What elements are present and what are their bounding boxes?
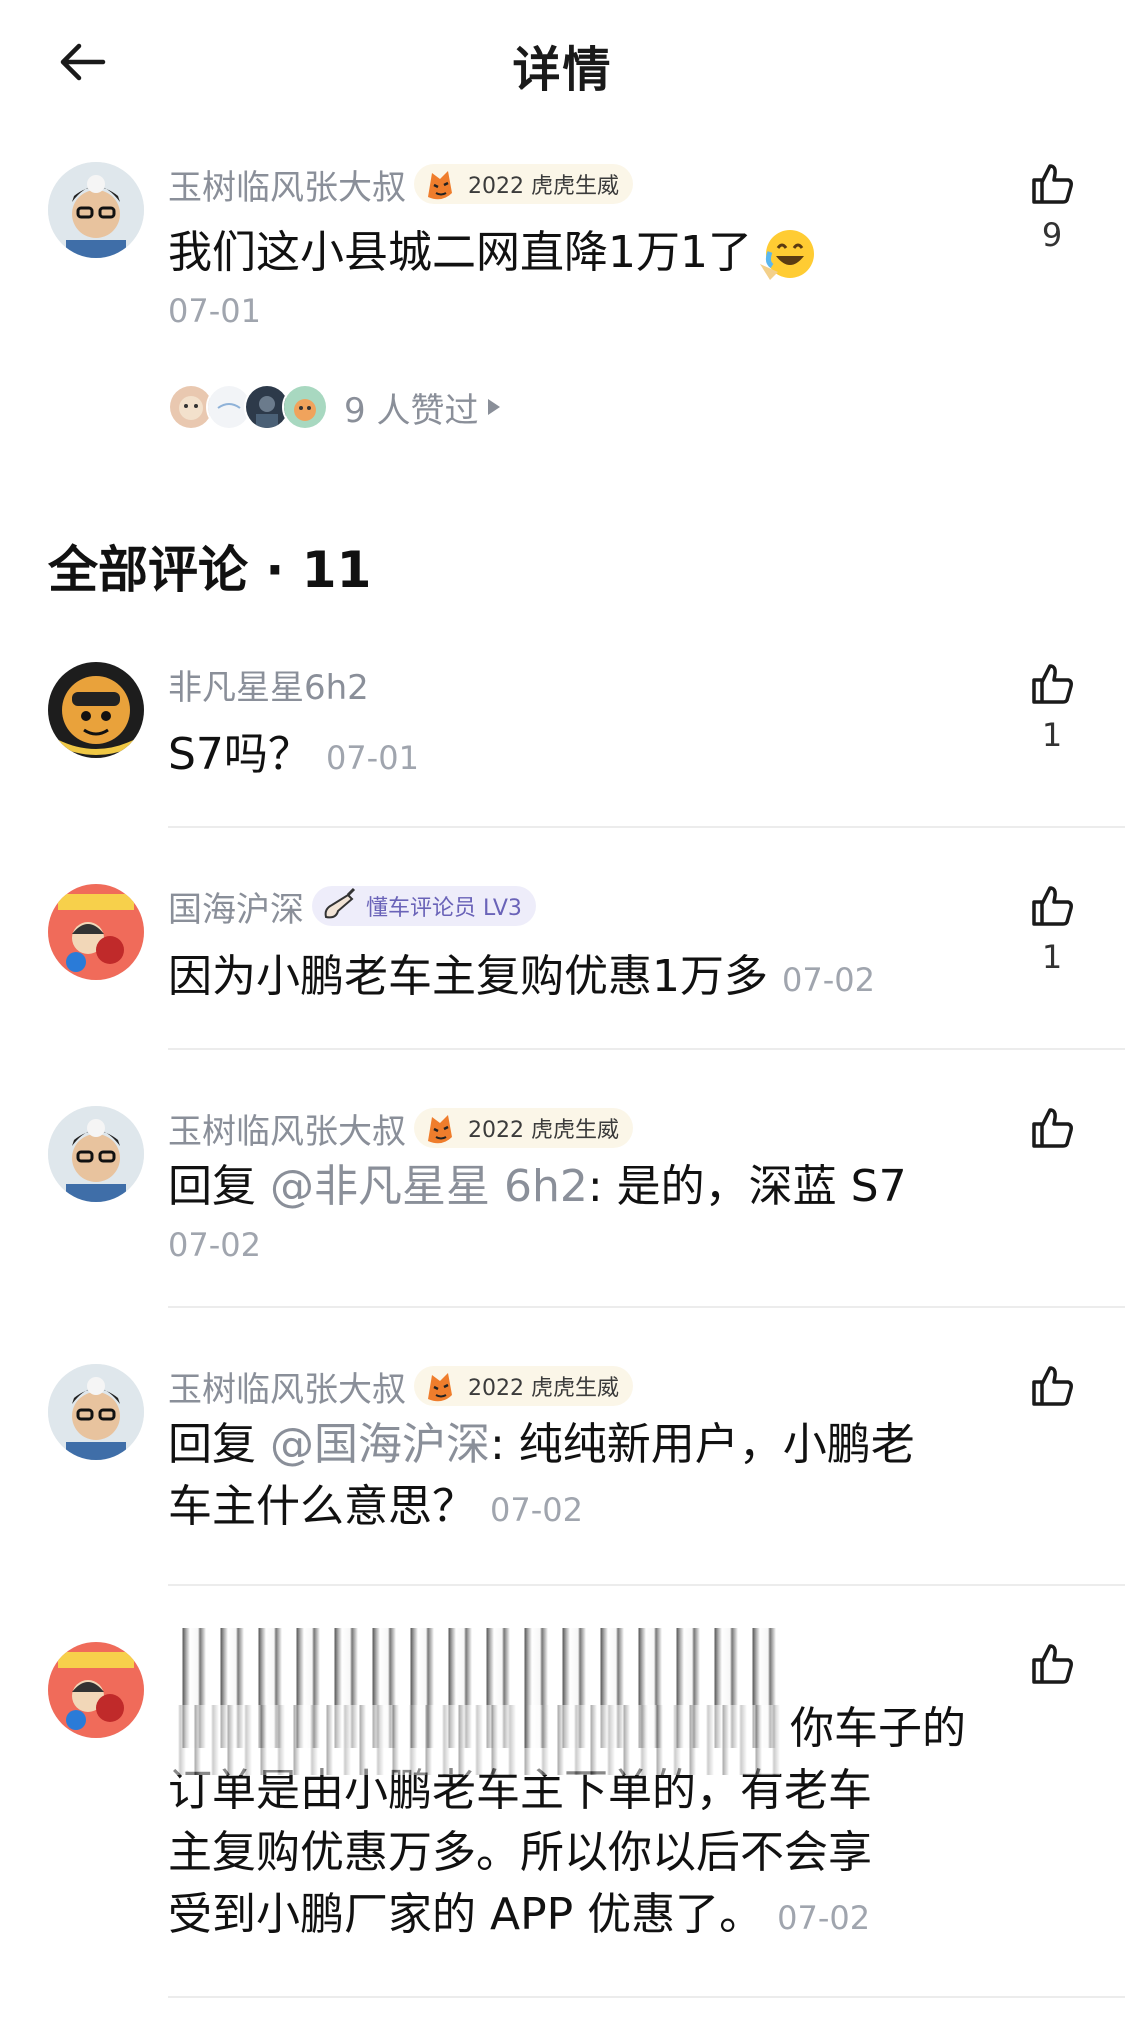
avatar[interactable] bbox=[48, 1106, 144, 1202]
comments-header: 全部评论 · 11 bbox=[48, 541, 372, 599]
divider bbox=[168, 1996, 1125, 1998]
comment-like-button[interactable]: 1 bbox=[1012, 660, 1092, 754]
comment-time: 07-01 bbox=[325, 739, 419, 777]
avatar[interactable] bbox=[48, 162, 144, 258]
likers-row[interactable]: 9 人赞过 bbox=[168, 382, 501, 432]
username[interactable]: 非凡星星6h2 bbox=[168, 660, 369, 709]
avatar[interactable] bbox=[48, 1642, 144, 1738]
comment-text: 回复 @国海沪深: 纯纯新用户，小鹏老 车主什么意思？ 07-02 bbox=[168, 1419, 915, 1532]
redaction-blur bbox=[168, 1705, 780, 1775]
user-badge[interactable]: 2022 虎虎生威 bbox=[414, 1366, 633, 1406]
comment-author-row: 国海沪深 懂车评论员 LV3 bbox=[168, 882, 536, 930]
post-like-button[interactable]: 9 bbox=[1012, 160, 1092, 254]
tiger-icon bbox=[428, 171, 452, 200]
like-count: 1 bbox=[1041, 716, 1063, 754]
comment-author-row: 玉树临风张大叔 2022 虎虎生威 bbox=[168, 1362, 633, 1410]
divider bbox=[168, 1584, 1125, 1586]
laughing-crying-emoji-icon bbox=[756, 224, 818, 286]
thumbs-up-icon bbox=[1032, 1366, 1073, 1406]
comment-author-row: 玉树临风张大叔 2022 虎虎生威 bbox=[168, 1104, 633, 1152]
user-badge[interactable]: 懂车评论员 LV3 bbox=[312, 886, 536, 926]
username[interactable]: 玉树临风张大叔 bbox=[168, 1104, 406, 1153]
thumbs-up-icon bbox=[1032, 664, 1073, 704]
divider bbox=[168, 1306, 1125, 1308]
avatar[interactable] bbox=[48, 884, 144, 980]
comment-text-tail: 你车子的 bbox=[790, 1703, 966, 1754]
page-title: 详情 bbox=[512, 42, 613, 98]
comment-text: 回复 @非凡星星 6h2: 是的，深蓝 S7 bbox=[168, 1161, 907, 1212]
divider bbox=[168, 826, 1125, 828]
like-count: 9 bbox=[1041, 216, 1063, 254]
comment-text: 订单是由小鹏老车主下单的，有老车 主复购优惠万多。所以你以后不会享 受到小鹏厂家的 … bbox=[168, 1765, 872, 1940]
likers-count: 9 人赞过 bbox=[344, 390, 479, 431]
post-author-row: 玉树临风张大叔 2022 虎虎生威 bbox=[168, 160, 633, 208]
username[interactable]: 玉树临风张大叔 bbox=[168, 1362, 406, 1411]
avatar[interactable] bbox=[48, 662, 144, 758]
comment-text: 因为小鹏老车主复购优惠1万多 07-02 bbox=[168, 951, 875, 1002]
comment-author-row: 非凡星星6h2 bbox=[168, 660, 369, 708]
comment-time: 07-02 bbox=[782, 961, 875, 999]
liker-avatar bbox=[282, 384, 328, 430]
comment-like-button[interactable] bbox=[1012, 1640, 1092, 1688]
comment-time: 07-02 bbox=[490, 1491, 583, 1529]
username[interactable]: 国海沪深 bbox=[168, 882, 304, 931]
comment-time: 07-02 bbox=[777, 1899, 871, 1937]
thumbs-up-icon bbox=[1032, 1644, 1073, 1684]
like-count: 1 bbox=[1041, 938, 1063, 976]
thumbs-up-icon bbox=[1032, 164, 1073, 204]
tiger-icon bbox=[428, 1373, 452, 1402]
avatar[interactable] bbox=[48, 1364, 144, 1460]
username[interactable]: 玉树临风张大叔 bbox=[168, 160, 406, 209]
post-content: 我们这小县城二网直降1万1了 bbox=[168, 222, 818, 286]
thumbs-up-icon bbox=[1032, 886, 1073, 926]
writing-hand-icon bbox=[324, 887, 356, 919]
triangle-right-icon bbox=[488, 399, 501, 415]
tiger-icon bbox=[428, 1115, 452, 1144]
comment-text: S7吗？ 07-01 bbox=[168, 729, 419, 780]
user-badge[interactable]: 2022 虎虎生威 bbox=[414, 1108, 633, 1148]
comment-like-button[interactable]: 1 bbox=[1012, 882, 1092, 976]
top-bar: 详情 bbox=[0, 0, 1125, 120]
mention-link[interactable]: @非凡星星 6h2 bbox=[270, 1161, 588, 1212]
thumbs-up-icon bbox=[1032, 1108, 1073, 1148]
post-time: 07-01 bbox=[168, 292, 261, 330]
comment-time: 07-02 bbox=[168, 1226, 261, 1264]
comment-like-button[interactable] bbox=[1012, 1362, 1092, 1410]
mention-link[interactable]: @国海沪深 bbox=[270, 1419, 490, 1470]
user-badge[interactable]: 2022 虎虎生威 bbox=[414, 164, 633, 204]
comment-like-button[interactable] bbox=[1012, 1104, 1092, 1152]
divider bbox=[168, 1048, 1125, 1050]
